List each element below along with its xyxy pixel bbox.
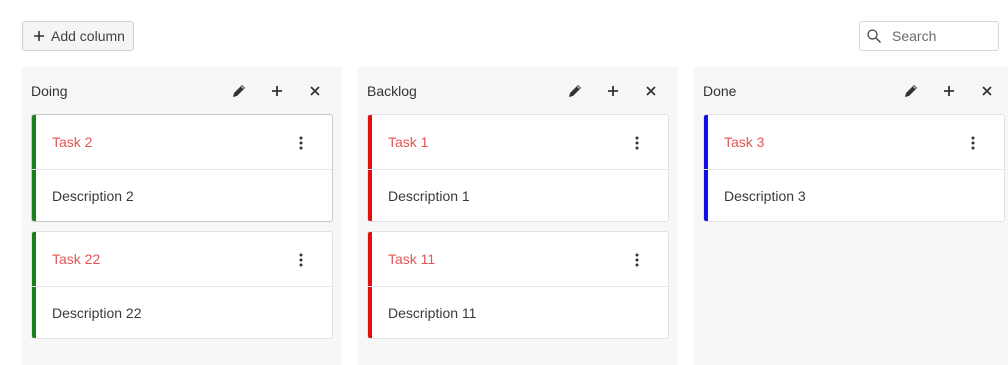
search-icon <box>867 29 881 43</box>
toolbar: Add column <box>0 0 1008 67</box>
delete-column-button[interactable] <box>296 80 334 102</box>
add-card-button[interactable] <box>930 80 968 102</box>
add-card-button[interactable] <box>594 80 632 102</box>
card-menu-button[interactable] <box>962 132 984 154</box>
card-menu-button[interactable] <box>626 132 648 154</box>
card-title: Task 2 <box>52 134 93 150</box>
card[interactable]: Task 22 Description 22 <box>31 231 333 339</box>
close-icon <box>310 86 320 96</box>
card[interactable]: Task 1 Description 1 <box>367 114 669 222</box>
plus-icon <box>34 31 44 41</box>
column-header: Backlog <box>358 67 678 114</box>
card-description: Description 1 <box>388 188 470 204</box>
card[interactable]: Task 3 Description 3 <box>703 114 1005 222</box>
card-description: Description 11 <box>388 305 477 321</box>
pencil-icon <box>233 85 245 97</box>
search-input[interactable] <box>892 28 992 44</box>
card-title: Task 22 <box>52 251 101 267</box>
add-column-label: Add column <box>51 28 125 44</box>
more-vertical-icon <box>635 136 639 150</box>
close-icon <box>646 86 656 96</box>
column-header: Doing <box>22 67 342 114</box>
edit-column-button[interactable] <box>556 80 594 102</box>
kanban-board: Doing Task 2 Description 2 Task 22 Descr… <box>22 67 1008 365</box>
plus-icon <box>272 86 282 96</box>
card[interactable]: Task 2 Description 2 <box>31 114 333 222</box>
card-description: Description 22 <box>52 305 142 321</box>
plus-icon <box>608 86 618 96</box>
plus-icon <box>944 86 954 96</box>
card-description: Description 3 <box>724 188 806 204</box>
card-menu-button[interactable] <box>290 132 312 154</box>
column-title: Doing <box>31 82 68 99</box>
card-title: Task 11 <box>388 251 436 267</box>
column-backlog: Backlog Task 1 Description 1 Task 11 Des… <box>358 67 678 365</box>
card-menu-button[interactable] <box>626 249 648 271</box>
card-title: Task 1 <box>388 134 429 150</box>
delete-column-button[interactable] <box>968 80 1006 102</box>
card-description: Description 2 <box>52 188 134 204</box>
add-column-button[interactable]: Add column <box>22 21 134 51</box>
more-vertical-icon <box>299 136 303 150</box>
column-doing: Doing Task 2 Description 2 Task 22 Descr… <box>22 67 342 365</box>
card-menu-button[interactable] <box>290 249 312 271</box>
column-title: Backlog <box>367 82 417 99</box>
card-title: Task 3 <box>724 134 765 150</box>
edit-column-button[interactable] <box>220 80 258 102</box>
delete-column-button[interactable] <box>632 80 670 102</box>
close-icon <box>982 86 992 96</box>
more-vertical-icon <box>635 253 639 267</box>
column-header: Done <box>694 67 1008 114</box>
card[interactable]: Task 11 Description 11 <box>367 231 669 339</box>
more-vertical-icon <box>971 136 975 150</box>
pencil-icon <box>905 85 917 97</box>
edit-column-button[interactable] <box>892 80 930 102</box>
search-box[interactable] <box>859 21 999 51</box>
column-done: Done Task 3 Description 3 <box>694 67 1008 365</box>
more-vertical-icon <box>299 253 303 267</box>
column-title: Done <box>703 82 737 99</box>
pencil-icon <box>569 85 581 97</box>
add-card-button[interactable] <box>258 80 296 102</box>
